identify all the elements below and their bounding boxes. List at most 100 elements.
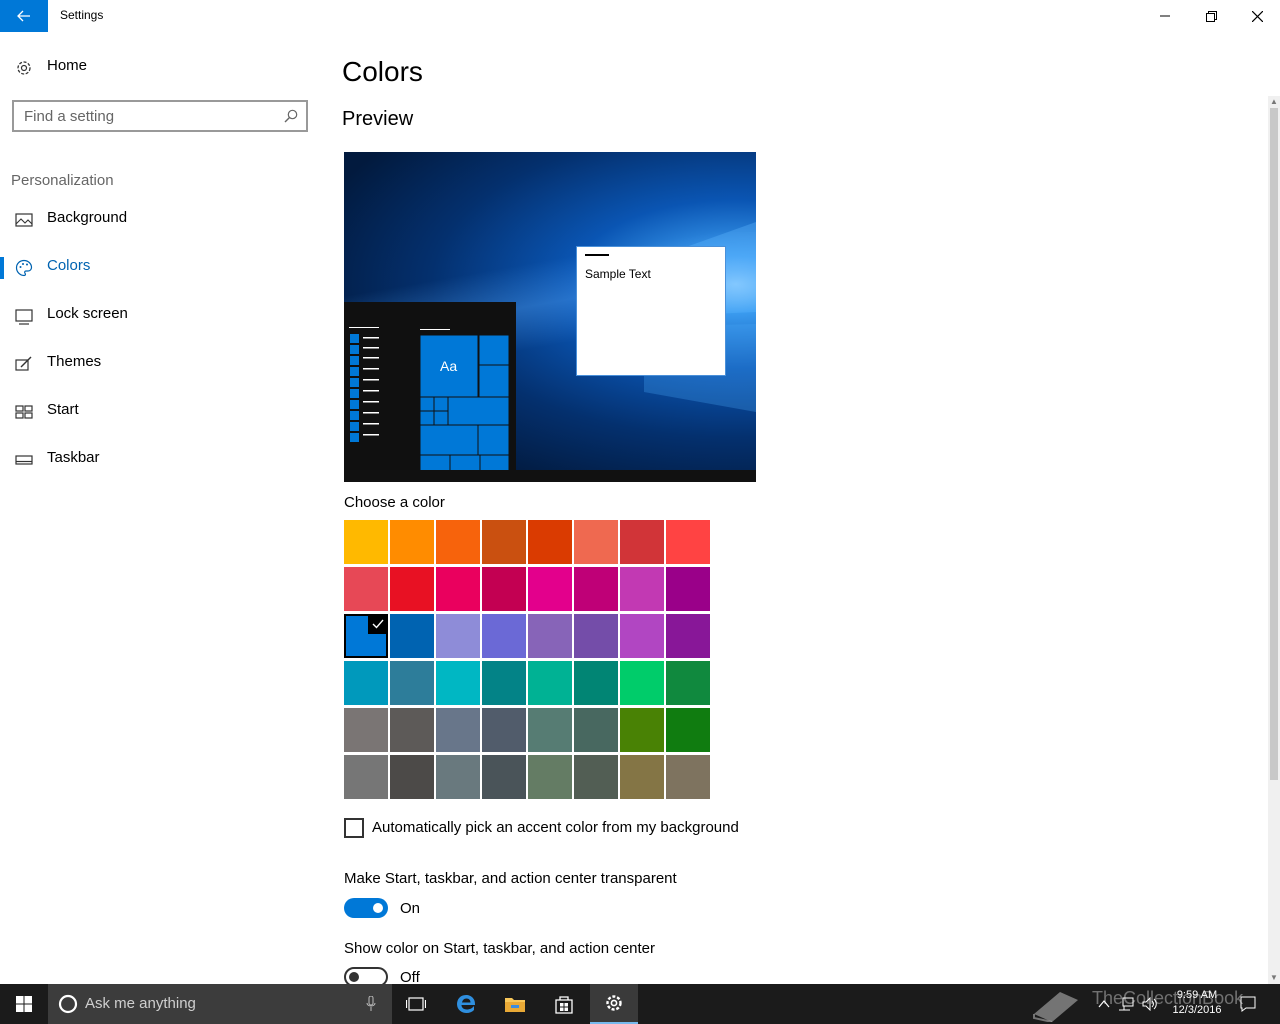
clock-date: 12/3/2016 <box>1172 1004 1222 1016</box>
color-swatch[interactable] <box>436 614 480 658</box>
file-explorer-button[interactable] <box>491 984 539 1024</box>
nav-item-start[interactable]: Start <box>0 388 320 436</box>
color-swatch[interactable] <box>344 567 388 611</box>
color-swatch[interactable] <box>390 708 434 752</box>
color-swatch[interactable] <box>344 520 388 564</box>
color-swatch[interactable] <box>528 708 572 752</box>
edge-button[interactable] <box>442 984 490 1024</box>
color-swatch[interactable] <box>344 614 388 658</box>
cortana-placeholder: Ask me anything <box>85 995 196 1012</box>
color-swatch[interactable] <box>482 708 526 752</box>
color-swatch[interactable] <box>528 661 572 705</box>
color-swatch[interactable] <box>482 567 526 611</box>
color-swatch[interactable] <box>528 614 572 658</box>
color-swatch[interactable] <box>620 708 664 752</box>
color-swatch[interactable] <box>666 567 710 611</box>
color-swatch[interactable] <box>436 755 480 799</box>
color-swatch[interactable] <box>666 708 710 752</box>
palette-icon <box>15 259 33 277</box>
color-swatch[interactable] <box>620 661 664 705</box>
color-swatch[interactable] <box>482 755 526 799</box>
themes-icon <box>15 356 32 371</box>
action-center-icon[interactable] <box>1240 996 1256 1012</box>
color-swatch[interactable] <box>390 567 434 611</box>
restore-button[interactable] <box>1188 0 1234 32</box>
nav-item-label: Lock screen <box>47 305 128 322</box>
color-swatch[interactable] <box>436 708 480 752</box>
search-input[interactable]: Find a setting <box>12 100 308 132</box>
task-view-button[interactable] <box>392 984 440 1024</box>
minimize-button[interactable] <box>1142 0 1188 32</box>
color-swatch[interactable] <box>528 567 572 611</box>
minimize-icon <box>1160 15 1170 17</box>
scroll-down-icon[interactable]: ▼ <box>1270 974 1278 982</box>
color-swatch[interactable] <box>482 614 526 658</box>
volume-icon[interactable] <box>1142 997 1158 1011</box>
preview-taskbar <box>344 470 756 482</box>
color-swatch[interactable] <box>666 755 710 799</box>
nav-home-label: Home <box>47 57 88 74</box>
color-swatch[interactable] <box>620 755 664 799</box>
nav-home[interactable]: Home <box>0 44 320 92</box>
color-swatch[interactable] <box>390 614 434 658</box>
transparency-label: Make Start, taskbar, and action center t… <box>344 870 677 887</box>
transparency-toggle[interactable] <box>344 898 388 918</box>
color-swatch-grid <box>344 520 712 802</box>
network-icon[interactable] <box>1118 997 1134 1011</box>
color-swatch[interactable] <box>620 614 664 658</box>
color-swatch[interactable] <box>344 708 388 752</box>
color-swatch[interactable] <box>436 520 480 564</box>
color-swatch[interactable] <box>620 567 664 611</box>
microphone-icon[interactable] <box>366 996 376 1012</box>
color-swatch[interactable] <box>574 614 618 658</box>
color-swatch[interactable] <box>620 520 664 564</box>
color-swatch[interactable] <box>666 661 710 705</box>
close-button[interactable] <box>1234 0 1280 32</box>
settings-taskbar-button[interactable] <box>590 984 638 1024</box>
color-swatch[interactable] <box>436 661 480 705</box>
taskbar: Ask me anything TheCollectionBook 9:59 A… <box>0 984 1280 1024</box>
color-swatch[interactable] <box>574 520 618 564</box>
store-icon <box>555 996 573 1014</box>
color-swatch[interactable] <box>482 520 526 564</box>
color-swatch[interactable] <box>666 614 710 658</box>
back-button[interactable] <box>0 0 48 32</box>
color-swatch[interactable] <box>574 755 618 799</box>
color-swatch[interactable] <box>390 520 434 564</box>
nav-item-lock-screen[interactable]: Lock screen <box>0 292 320 340</box>
scrollbar[interactable]: ▲ ▼ <box>1268 96 1280 984</box>
close-icon <box>1251 10 1263 22</box>
color-swatch[interactable] <box>390 755 434 799</box>
start-button[interactable] <box>0 984 48 1024</box>
color-swatch[interactable] <box>390 661 434 705</box>
color-swatch[interactable] <box>666 520 710 564</box>
color-swatch[interactable] <box>344 661 388 705</box>
scroll-up-icon[interactable]: ▲ <box>1270 98 1278 106</box>
preview-window-titlebar <box>585 254 609 256</box>
nav-item-colors[interactable]: Colors <box>0 244 320 292</box>
show-hidden-icons-icon[interactable] <box>1098 1000 1110 1008</box>
nav-item-themes[interactable]: Themes <box>0 340 320 388</box>
store-button[interactable] <box>540 984 588 1024</box>
scrollbar-thumb[interactable] <box>1270 108 1278 780</box>
nav-item-label: Background <box>47 209 128 226</box>
color-swatch[interactable] <box>344 755 388 799</box>
cortana-search-box[interactable]: Ask me anything <box>48 984 392 1024</box>
title-bar: Settings <box>0 0 1280 32</box>
nav-item-taskbar[interactable]: Taskbar <box>0 436 320 484</box>
color-swatch[interactable] <box>574 567 618 611</box>
color-swatch[interactable] <box>574 661 618 705</box>
color-swatch[interactable] <box>574 708 618 752</box>
color-swatch[interactable] <box>528 520 572 564</box>
nav-item-label: Colors <box>47 257 91 274</box>
windows-logo-icon <box>16 996 32 1012</box>
nav-item-background[interactable]: Background <box>0 196 320 244</box>
auto-pick-checkbox[interactable] <box>344 818 364 838</box>
show-color-label: Show color on Start, taskbar, and action… <box>344 940 656 957</box>
color-swatch[interactable] <box>528 755 572 799</box>
color-swatch[interactable] <box>482 661 526 705</box>
checkmark-icon <box>368 614 388 634</box>
lock-screen-icon <box>15 309 33 325</box>
clock[interactable]: 9:59 AM 12/3/2016 <box>1168 988 1226 1018</box>
color-swatch[interactable] <box>436 567 480 611</box>
